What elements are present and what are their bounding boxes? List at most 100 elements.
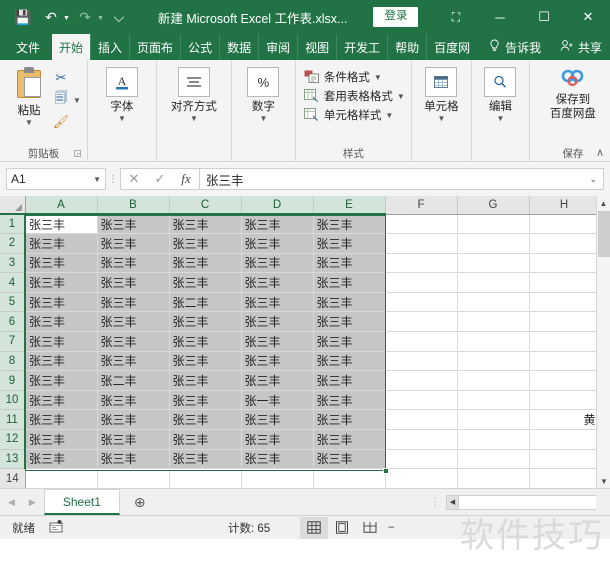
cell-D4[interactable]: 张三丰 <box>241 272 314 293</box>
maximize-button[interactable]: ☐ <box>522 0 566 34</box>
cell-B11[interactable]: 张三丰 <box>97 409 170 431</box>
font-dropdown-icon[interactable]: ▼ <box>118 115 126 123</box>
cell-C13[interactable]: 张三丰 <box>169 449 242 470</box>
cell-F5[interactable] <box>385 292 458 313</box>
cell-E3[interactable]: 张三丰 <box>313 253 386 274</box>
cell-C12[interactable]: 张三丰 <box>169 429 242 450</box>
cell-G14[interactable] <box>457 468 530 488</box>
cell-C10[interactable]: 张三丰 <box>169 390 242 411</box>
cell-styles-dropdown-icon[interactable]: ▼ <box>385 111 393 120</box>
record-macro-icon[interactable] <box>49 519 64 536</box>
cell-A3[interactable]: 张三丰 <box>25 253 98 274</box>
cancel-icon[interactable]: ✕ <box>121 171 147 187</box>
cell-D14[interactable] <box>241 468 314 488</box>
cell-A5[interactable]: 张三丰 <box>25 292 98 313</box>
save-to-baidu-netdisk-button[interactable]: 保存到 百度网盘 <box>536 65 610 121</box>
redo-icon[interactable]: ↷ <box>72 5 98 29</box>
sheet-tab-sheet1[interactable]: Sheet1 <box>43 489 120 515</box>
cell-B14[interactable] <box>97 468 170 488</box>
scroll-down-button[interactable]: ▼ <box>597 474 610 488</box>
cell-F6[interactable] <box>385 311 458 333</box>
cell-A1[interactable]: 张三丰 <box>25 214 98 235</box>
number-dropdown-icon[interactable]: ▼ <box>259 115 267 123</box>
column-header-C[interactable]: C <box>169 196 242 215</box>
cell-A4[interactable]: 张三丰 <box>25 272 98 293</box>
cell-H12[interactable] <box>529 429 600 450</box>
signin-button[interactable]: 登录 <box>373 7 419 27</box>
cell-E9[interactable]: 张三丰 <box>313 370 386 391</box>
insert-function-icon[interactable]: fx <box>173 171 199 187</box>
cut-button[interactable]: ✂ <box>52 68 81 88</box>
enter-icon[interactable]: ✓ <box>147 171 173 187</box>
scroll-up-button[interactable]: ▲ <box>597 196 610 210</box>
page-layout-view-button[interactable] <box>328 517 356 539</box>
tab-developer[interactable]: 开发工 <box>336 34 387 60</box>
tab-page-layout[interactable]: 页面布 <box>129 34 180 60</box>
row-header-1[interactable]: 1 <box>0 214 26 235</box>
column-header-H[interactable]: H <box>529 196 600 215</box>
cell-F3[interactable] <box>385 253 458 274</box>
cell-G12[interactable] <box>457 429 530 450</box>
conditional-formatting-button[interactable]: 条件格式 ▼ <box>304 69 405 85</box>
ribbon-display-options-icon[interactable]: ⛶ <box>434 0 478 34</box>
cell-E14[interactable] <box>313 468 386 488</box>
cell-E2[interactable]: 张三丰 <box>313 233 386 254</box>
alignment-dropdown-icon[interactable]: ▼ <box>190 115 198 123</box>
cell-F1[interactable] <box>385 214 458 235</box>
cell-D11[interactable]: 张三丰 <box>241 409 314 431</box>
cell-H3[interactable] <box>529 253 600 274</box>
cell-D1[interactable]: 张三丰 <box>241 214 314 235</box>
customize-qat-icon[interactable]: ⌵ <box>106 5 132 29</box>
collapse-ribbon-icon[interactable]: ∧ <box>596 146 604 159</box>
row-header-10[interactable]: 10 <box>0 390 26 411</box>
cell-C9[interactable]: 张三丰 <box>169 370 242 391</box>
tab-review[interactable]: 审阅 <box>258 34 297 60</box>
horizontal-scrollbar[interactable]: ◀ <box>446 494 596 510</box>
row-header-14[interactable]: 14 <box>0 468 26 488</box>
cell-B6[interactable]: 张三丰 <box>97 311 170 333</box>
editing-dropdown-icon[interactable]: ▼ <box>496 115 504 123</box>
cell-C8[interactable]: 张三丰 <box>169 351 242 372</box>
tab-formulas[interactable]: 公式 <box>180 34 219 60</box>
row-header-2[interactable]: 2 <box>0 233 26 254</box>
cell-H9[interactable] <box>529 370 600 391</box>
cell-D10[interactable]: 张一丰 <box>241 390 314 411</box>
cell-D13[interactable]: 张三丰 <box>241 449 314 470</box>
cell-D12[interactable]: 张三丰 <box>241 429 314 450</box>
cells-dropdown-icon[interactable]: ▼ <box>437 115 445 123</box>
cell-D6[interactable]: 张三丰 <box>241 311 314 333</box>
cell-G9[interactable] <box>457 370 530 391</box>
cell-D5[interactable]: 张三丰 <box>241 292 314 313</box>
paste-dropdown-icon[interactable]: ▼ <box>25 119 33 127</box>
row-header-9[interactable]: 9 <box>0 370 26 391</box>
row-header-13[interactable]: 13 <box>0 449 26 470</box>
vertical-scroll-thumb[interactable] <box>598 211 610 257</box>
previous-sheet-button[interactable]: ◀ <box>8 497 15 508</box>
cell-A14[interactable] <box>25 468 98 488</box>
cell-A7[interactable]: 张三丰 <box>25 331 98 352</box>
cell-B9[interactable]: 张二丰 <box>97 370 170 391</box>
tell-me-box[interactable]: 告诉我 <box>489 34 541 60</box>
paste-button[interactable]: 粘贴 ▼ <box>6 65 52 127</box>
cell-C1[interactable]: 张三丰 <box>169 214 242 235</box>
font-button[interactable]: A 字体 ▼ <box>94 65 150 123</box>
cell-A9[interactable]: 张三丰 <box>25 370 98 391</box>
share-button[interactable]: 共享 <box>560 34 602 60</box>
vertical-scrollbar[interactable]: ▲ ▼ <box>596 196 610 488</box>
cell-F10[interactable] <box>385 390 458 411</box>
close-button[interactable]: ✕ <box>566 0 610 34</box>
select-all-button[interactable] <box>0 196 26 215</box>
cell-G3[interactable] <box>457 253 530 274</box>
cells-button[interactable]: 单元格 ▼ <box>418 65 465 123</box>
cell-H5[interactable] <box>529 292 600 313</box>
zoom-controls[interactable]: − <box>388 522 395 534</box>
cell-E1[interactable]: 张三丰 <box>313 214 386 235</box>
cell-F14[interactable] <box>385 468 458 488</box>
cell-G13[interactable] <box>457 449 530 470</box>
cell-A12[interactable]: 张三丰 <box>25 429 98 450</box>
redo-dropdown-icon[interactable]: ▼ <box>97 15 104 29</box>
name-box[interactable]: A1 ▼ <box>6 168 106 190</box>
cell-G5[interactable] <box>457 292 530 313</box>
cell-H8[interactable] <box>529 351 600 372</box>
cell-B7[interactable]: 张三丰 <box>97 331 170 352</box>
